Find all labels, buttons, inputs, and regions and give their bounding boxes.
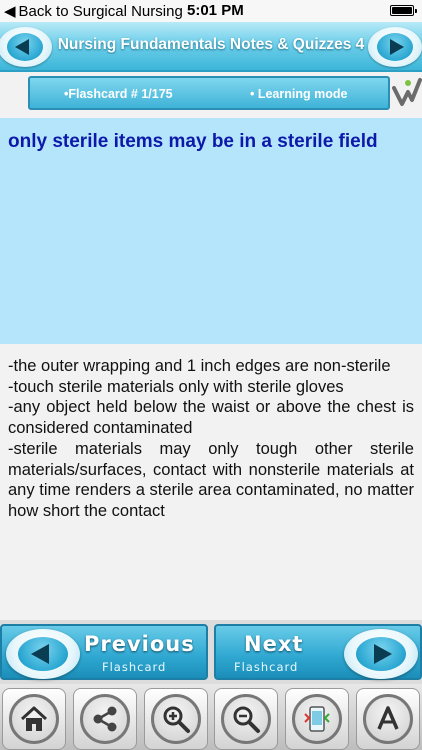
answer-line: -sterile materials may only tough other … (8, 439, 414, 520)
share-button[interactable] (72, 688, 137, 750)
page-title: Nursing Fundamentals Notes & Quizzes 4 (57, 36, 365, 53)
status-bar: ◀ Back to Surgical Nursing 5:01 PM (0, 0, 422, 22)
answer-line: -the outer wrapping and 1 inch edges are… (8, 357, 391, 375)
mode-label: • Learning mode (250, 87, 348, 101)
header-forward-button[interactable] (368, 27, 422, 67)
title-bar: Nursing Fundamentals Notes & Quizzes 4 (0, 22, 422, 72)
answer-line: -touch sterile materials only with steri… (8, 377, 344, 396)
info-area: •Flashcard # 1/175 • Learning mode (0, 72, 422, 118)
app-screen: ◀ Back to Surgical Nursing 5:01 PM Nursi… (0, 0, 422, 750)
battery-icon (390, 5, 417, 16)
right-arrow-icon (390, 39, 404, 55)
status-back-label: Back to Surgical Nursing (18, 2, 183, 20)
info-bar: •Flashcard # 1/175 • Learning mode (28, 76, 390, 110)
font-icon (377, 706, 399, 730)
next-subtitle: Flashcard (234, 660, 299, 674)
previous-flashcard-button[interactable]: Previous Flashcard (0, 624, 208, 680)
flip-card-button[interactable] (285, 688, 350, 750)
flashcard-question: only sterile items may be in a sterile f… (8, 131, 378, 152)
status-back-link[interactable]: ◀ Back to Surgical Nursing (4, 2, 183, 21)
flashcard-nav: Previous Flashcard Next Flashcard (0, 620, 422, 684)
flashcard-answer: -the outer wrapping and 1 inch edges are… (8, 356, 414, 522)
flashcard-question-panel[interactable]: only sterile items may be in a sterile f… (0, 118, 422, 344)
zoom-in-icon (163, 706, 190, 733)
home-button[interactable] (2, 688, 66, 750)
status-time: 5:01 PM (187, 2, 244, 19)
left-arrow-icon (15, 39, 29, 55)
font-button[interactable] (355, 688, 420, 750)
share-icon (93, 706, 117, 732)
answer-line: -any object held below the waist or abov… (8, 398, 414, 438)
back-chevron-icon: ◀ (4, 3, 16, 20)
previous-title: Previous (84, 632, 195, 656)
flip-card-icon (304, 706, 330, 732)
zoom-out-button[interactable] (214, 688, 279, 750)
next-flashcard-button[interactable]: Next Flashcard (214, 624, 422, 680)
header-back-button[interactable] (0, 27, 52, 67)
zoom-out-icon (233, 706, 261, 733)
flashcard-counter: •Flashcard # 1/175 (64, 87, 173, 101)
previous-arrow-icon (6, 629, 80, 679)
app-logo-icon (392, 78, 422, 106)
home-icon (20, 706, 48, 731)
previous-subtitle: Flashcard (102, 660, 167, 674)
flashcard-answer-panel: -the outer wrapping and 1 inch edges are… (0, 344, 422, 620)
next-arrow-icon (344, 629, 418, 679)
bottom-toolbar (0, 684, 422, 750)
next-title: Next (244, 632, 304, 656)
zoom-in-button[interactable] (143, 688, 208, 750)
